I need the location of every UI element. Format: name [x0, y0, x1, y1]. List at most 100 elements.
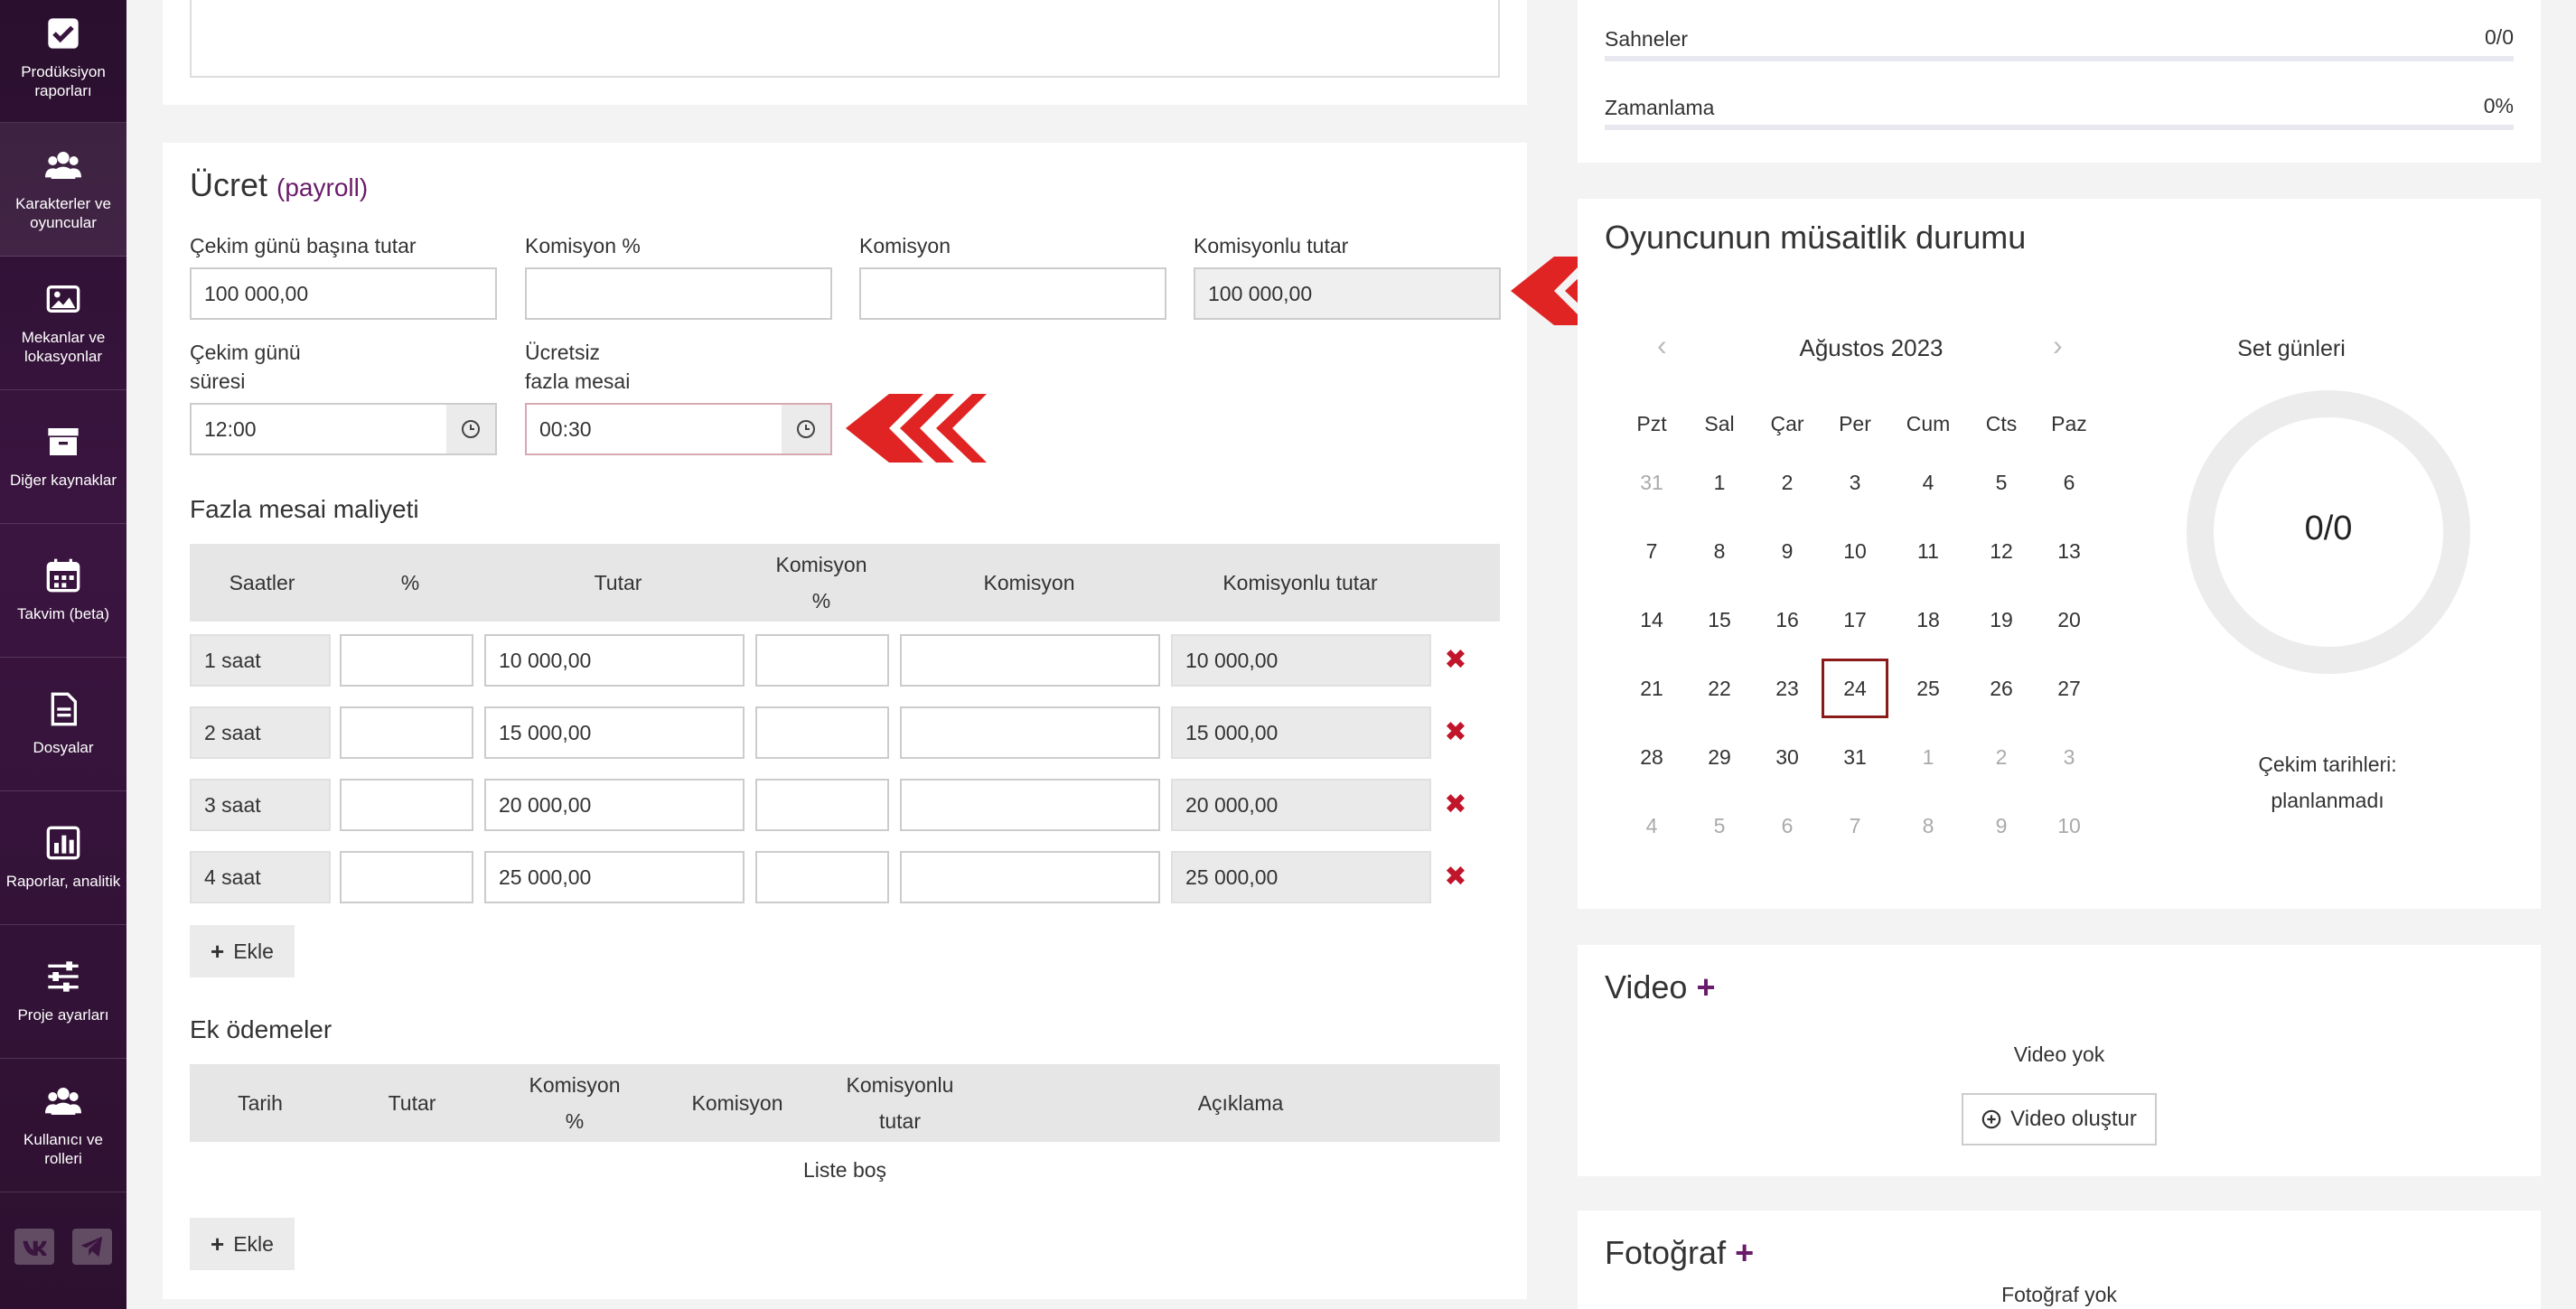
overtime-commission-pct-input[interactable]: [755, 779, 889, 831]
calendar-day[interactable]: 10: [1823, 522, 1887, 580]
overtime-pct-input[interactable]: [340, 706, 473, 759]
sidebar-item-project-settings[interactable]: Proje ayarları: [0, 925, 126, 1059]
calendar-day[interactable]: 31: [1823, 728, 1887, 786]
overtime-pct-input[interactable]: [340, 851, 473, 903]
sidebar-item-production-reports[interactable]: Prodüksiyon raporları: [0, 0, 126, 123]
calendar-day[interactable]: 21: [1620, 659, 1683, 717]
calendar-day[interactable]: 19: [1970, 591, 2033, 649]
calendar-day[interactable]: 18: [1897, 591, 1960, 649]
overtime-commission-pct-input[interactable]: [755, 851, 889, 903]
telegram-icon[interactable]: [72, 1229, 112, 1265]
sliders-icon: [48, 961, 79, 992]
calendar-day[interactable]: 1: [1897, 728, 1960, 786]
set-days-value: 0/0: [2304, 510, 2353, 547]
calendar-day[interactable]: 7: [1620, 522, 1683, 580]
calendar-day[interactable]: 20: [2037, 591, 2101, 649]
vk-icon[interactable]: [14, 1229, 54, 1265]
commission-pct-input[interactable]: [525, 267, 832, 320]
overtime-pct-input[interactable]: [340, 634, 473, 687]
calendar-day[interactable]: 2: [1970, 728, 2033, 786]
users-icon: [45, 1087, 81, 1115]
overtime-commission-input[interactable]: [900, 706, 1160, 759]
day-length-input[interactable]: 12:00: [190, 403, 448, 455]
calendar-day[interactable]: 3: [1823, 453, 1887, 511]
calendar-day[interactable]: 8: [1897, 797, 1960, 855]
create-video-button[interactable]: Video oluştur: [1962, 1093, 2157, 1145]
calendar-day[interactable]: 27: [2037, 659, 2101, 717]
calendar-day[interactable]: 28: [1620, 728, 1683, 786]
overtime-commission-input[interactable]: [900, 634, 1160, 687]
calendar-day[interactable]: 17: [1823, 591, 1887, 649]
delete-row-icon[interactable]: ✖: [1442, 647, 1469, 674]
calendar-day[interactable]: 25: [1897, 659, 1960, 717]
overtime-commission-input[interactable]: [900, 779, 1160, 831]
overtime-amount-input[interactable]: 10 000,00: [484, 634, 745, 687]
calendar-day-today[interactable]: 24: [1822, 659, 1888, 718]
sidebar-item-label: Diğer kaynaklar: [9, 472, 117, 489]
calendar-day[interactable]: 4: [1620, 797, 1683, 855]
calendar-day[interactable]: 13: [2037, 522, 2101, 580]
commission-input[interactable]: [859, 267, 1166, 320]
calendar-prev-button[interactable]: ‹: [1657, 329, 1667, 362]
calendar-day[interactable]: 1: [1688, 453, 1751, 511]
calendar-weekday: Paz: [2051, 412, 2087, 435]
day-rate-input[interactable]: 100 000,00: [190, 267, 497, 320]
overtime-pct-input[interactable]: [340, 779, 473, 831]
notes-textarea[interactable]: [190, 0, 1500, 78]
overtime-amount-input[interactable]: 15 000,00: [484, 706, 745, 759]
calendar-weekday: Per: [1839, 412, 1871, 435]
calendar-day[interactable]: 26: [1970, 659, 2033, 717]
calendar-day[interactable]: 9: [1970, 797, 2033, 855]
video-title-text: Video: [1605, 968, 1688, 1005]
calendar-day[interactable]: 31: [1620, 453, 1683, 511]
calendar-day[interactable]: 5: [1688, 797, 1751, 855]
calendar-day[interactable]: 6: [2037, 453, 2101, 511]
sidebar-item-reports[interactable]: Raporlar, analitik: [0, 791, 126, 925]
add-extra-payment-button[interactable]: + Ekle: [190, 1218, 295, 1270]
overtime-commission-pct-input[interactable]: [755, 634, 889, 687]
delete-row-icon[interactable]: ✖: [1442, 864, 1469, 891]
add-photo-icon[interactable]: +: [1735, 1234, 1754, 1271]
calendar-day[interactable]: 14: [1620, 591, 1683, 649]
sidebar-item-label: Raporlar, analitik: [5, 873, 121, 890]
sidebar-item-other-resources[interactable]: Diğer kaynaklar: [0, 390, 126, 524]
calendar-day[interactable]: 15: [1688, 591, 1751, 649]
calendar-day[interactable]: 30: [1756, 728, 1819, 786]
sidebar-item-files[interactable]: Dosyalar: [0, 658, 126, 791]
sidebar-item-characters[interactable]: Karakterler ve oyuncular: [0, 123, 126, 257]
delete-row-icon[interactable]: ✖: [1442, 719, 1469, 746]
delete-row-icon[interactable]: ✖: [1442, 791, 1469, 818]
overtime-commission-input[interactable]: [900, 851, 1160, 903]
calendar-day[interactable]: 7: [1823, 797, 1887, 855]
calendar-day[interactable]: 12: [1970, 522, 2033, 580]
calendar-day[interactable]: 3: [2037, 728, 2101, 786]
overtime-amount-input[interactable]: 25 000,00: [484, 851, 745, 903]
overtime-amount-input[interactable]: 20 000,00: [484, 779, 745, 831]
free-overtime-clock-button[interactable]: [782, 403, 832, 455]
calendar-day[interactable]: 8: [1688, 522, 1751, 580]
calendar-next-button[interactable]: ›: [2053, 329, 2063, 362]
add-overtime-button[interactable]: + Ekle: [190, 925, 295, 977]
calendar-day[interactable]: 10: [2037, 797, 2101, 855]
calendar-day[interactable]: 22: [1688, 659, 1751, 717]
calendar-day[interactable]: 5: [1970, 453, 2033, 511]
calendar-day[interactable]: 2: [1756, 453, 1819, 511]
sidebar-item-users[interactable]: Kullanıcı ve rolleri: [0, 1059, 126, 1192]
day-length-clock-button[interactable]: [446, 403, 497, 455]
free-overtime-input[interactable]: 00:30: [525, 403, 783, 455]
overtime-commission-pct-input[interactable]: [755, 706, 889, 759]
add-video-icon[interactable]: +: [1696, 968, 1715, 1005]
add-extra-label: Ekle: [233, 1231, 274, 1256]
calendar-day[interactable]: 4: [1897, 453, 1960, 511]
payroll-title: Ücret (payroll): [190, 166, 368, 204]
sidebar-item-label: Prodüksiyon raporları: [21, 63, 106, 99]
calendar-day[interactable]: 11: [1897, 522, 1960, 580]
sidebar-item-locations[interactable]: Mekanlar ve lokasyonlar: [0, 257, 126, 390]
notes-card: [163, 0, 1527, 105]
calendar-day[interactable]: 29: [1688, 728, 1751, 786]
sidebar-item-calendar[interactable]: Takvim (beta): [0, 524, 126, 658]
calendar-day[interactable]: 23: [1756, 659, 1819, 717]
calendar-day[interactable]: 6: [1756, 797, 1819, 855]
calendar-day[interactable]: 16: [1756, 591, 1819, 649]
calendar-day[interactable]: 9: [1756, 522, 1819, 580]
